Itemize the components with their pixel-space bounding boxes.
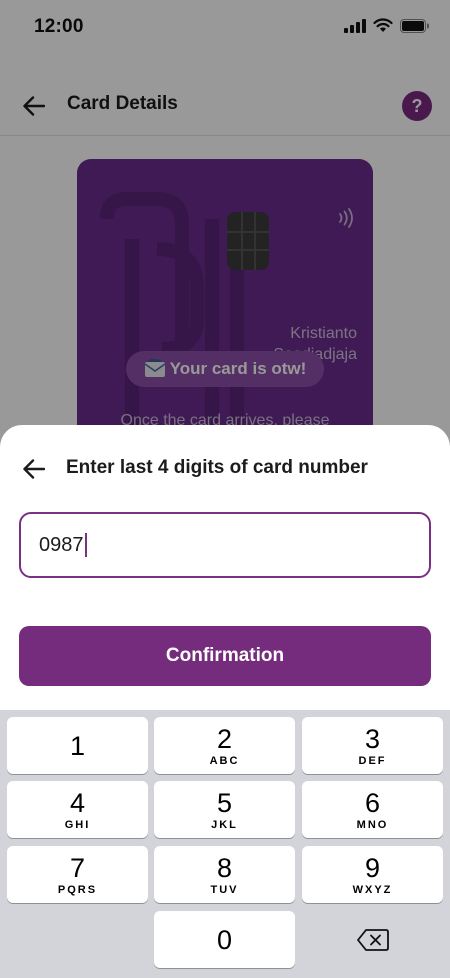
card-digits-input[interactable]: 0987 <box>19 512 431 578</box>
key-1[interactable]: 1 <box>7 717 148 774</box>
arrow-left-icon <box>23 459 45 479</box>
text-caret <box>84 533 87 557</box>
key-8[interactable]: 8 TUV <box>154 846 295 903</box>
key-2[interactable]: 2 ABC <box>154 717 295 774</box>
backspace-icon <box>356 928 389 951</box>
key-0[interactable]: 0 <box>154 911 295 968</box>
key-4[interactable]: 4 GHI <box>7 781 148 838</box>
numeric-keypad: 1 2 ABC 3 DEF 4 GHI 5 JKL 6 MNO 7 PQRS 8… <box>0 710 450 978</box>
key-5[interactable]: 5 JKL <box>154 781 295 838</box>
sheet-title: Enter last 4 digits of card number <box>66 457 368 478</box>
key-7[interactable]: 7 PQRS <box>7 846 148 903</box>
confirmation-button-label: Confirmation <box>165 645 285 666</box>
key-9[interactable]: 9 WXYZ <box>302 846 443 903</box>
confirmation-button[interactable]: Confirmation <box>19 626 431 686</box>
card-digits-value: 0987 <box>39 533 84 556</box>
sheet-back-button[interactable] <box>20 455 48 483</box>
delete-key[interactable] <box>302 911 443 968</box>
key-3[interactable]: 3 DEF <box>302 717 443 774</box>
key-6[interactable]: 6 MNO <box>302 781 443 838</box>
